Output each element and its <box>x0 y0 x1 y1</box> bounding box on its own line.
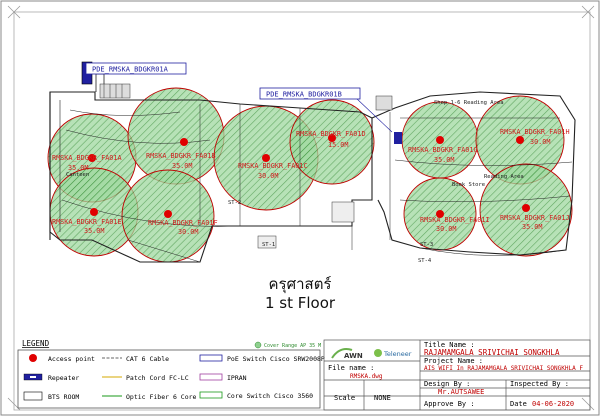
room-label: ST-2 <box>228 200 241 206</box>
inspected-by-label: Inspected By : <box>510 380 569 388</box>
legend-patch-cord-label: Patch Cord FC-LC <box>126 374 189 382</box>
access-point-icon <box>522 204 530 212</box>
access-point-icon <box>436 136 444 144</box>
ap-label-size: 35.0M <box>84 227 104 235</box>
cover-range-icon <box>254 341 262 349</box>
legend-access-point-label: Access point <box>48 355 95 363</box>
teleneer-logo-text: Teleneer <box>383 350 412 358</box>
legend-core-switch-icon <box>199 391 223 399</box>
ap-label-name: RMSKA_BDGKR_FA01A <box>52 154 122 162</box>
design-by-value: Mr.AUTSAWEE <box>438 388 484 396</box>
scale-value: NONE <box>374 394 391 402</box>
ap-label-name: RMSKA_BDGKR_FA01B <box>146 152 216 160</box>
awn-logo-text: AWN <box>344 352 363 360</box>
title-name-value: RAJAMAMGALA SRIVICHAI SONGKHLA <box>424 348 560 357</box>
ap-label-size: 35.0M <box>172 162 192 170</box>
ap-label-size: 15.0M <box>328 141 348 149</box>
access-point-icon <box>516 136 524 144</box>
access-point-icon <box>180 138 188 146</box>
ap-label-name: RMSKA_BDGKR_FA01J <box>500 214 570 222</box>
ap-label-name: RMSKA_BDGKR_FA01I <box>420 216 490 224</box>
file-name-value: RMSKA.dwg <box>350 373 383 380</box>
legend-ipran-icon <box>199 373 223 381</box>
room-label: Shop 1-6 Reading Area <box>434 100 504 106</box>
cover-range-label: Cover Range AP 35 M <box>264 343 321 349</box>
ap-label-name: RMSKA_BDGKR_FA01D <box>296 130 366 138</box>
legend-fiber-label: Optic Fiber 6 Core <box>126 393 197 401</box>
patch-panel-label-a: PDE_RMSKA_BDGKR01A <box>85 62 187 75</box>
date-label: Date <box>510 400 527 408</box>
floor-plan-sheet: PDE_RMSKA_BDGKR01A PDE_RMSKA_BDGKR01B RM… <box>0 0 600 416</box>
access-point-icon <box>164 210 172 218</box>
design-by-label: Design By : <box>424 380 470 388</box>
room-label: Book Store <box>452 182 485 188</box>
project-name-label: Project Name : <box>424 357 483 365</box>
floor-title: 1 st Floor <box>265 294 336 312</box>
approve-by-label: Approve By : <box>424 400 475 408</box>
access-point-icon <box>262 154 270 162</box>
legend-access-point-icon <box>29 354 37 362</box>
ap-label-name: RMSKA_BDGKR_FA01E <box>52 218 122 226</box>
legend-title: LEGEND <box>22 339 50 348</box>
patch-label-b-text: PDE_RMSKA_BDGKR01B <box>266 91 342 99</box>
legend-bts-room-label: BTS ROOM <box>48 393 79 401</box>
patch-label-a-text: PDE_RMSKA_BDGKR01A <box>92 66 169 74</box>
project-name-value: AIS WIFI In RAJAMAMGALA SRIVICHAI SONGKH… <box>424 365 583 372</box>
ap-label-name: RMSKA_BDGKR_FA01G <box>408 146 478 154</box>
room-label: Canteen <box>66 172 89 178</box>
legend-repeater-label: Repeater <box>48 374 79 382</box>
legend-poe-switch-icon <box>199 354 223 362</box>
room-label: Reading Area <box>484 174 524 180</box>
ap-label-size: 30.0M <box>436 225 456 233</box>
legend-ipran-label: IPRAN <box>227 374 247 382</box>
repeater-block <box>394 132 402 144</box>
ap-label-name: RMSKA_BDGKR_FA01C <box>238 162 308 170</box>
access-point-icon <box>90 208 98 216</box>
ap-label-size: 30.0M <box>178 228 198 236</box>
ap-label-name: RMSKA_BDGKR_FA01H <box>500 128 570 136</box>
legend-repeater-icon-inner <box>30 376 36 378</box>
ap-label-size: 35.0M <box>434 156 454 164</box>
room-label: ST-4 <box>418 258 432 264</box>
legend-cat6-label: CAT 6 Cable <box>126 355 169 363</box>
ap-label-name: RMSKA_BDGKR_FA01F <box>148 219 218 227</box>
room-label: ST-1 <box>262 242 275 248</box>
legend-core-switch-label: Core Switch Cisco 3560 <box>227 392 313 400</box>
room-label: ST-3 <box>420 242 433 248</box>
floor-title-thai: ครุศาสตร์ <box>269 275 332 294</box>
file-name-label: File name : <box>328 364 374 372</box>
date-value: 04-06-2020 <box>532 400 574 408</box>
legend-poe-switch-label: PoE Switch Cisco SRW2008P <box>227 355 325 363</box>
ap-label-size: 35.0M <box>522 223 542 231</box>
legend-bts-room-icon <box>23 391 43 401</box>
ap-label-size: 35.0M <box>68 164 88 172</box>
scale-label: Scale <box>334 394 355 402</box>
ap-label-size: 30.0M <box>258 172 278 180</box>
ap-label-size: 30.0M <box>530 138 550 146</box>
